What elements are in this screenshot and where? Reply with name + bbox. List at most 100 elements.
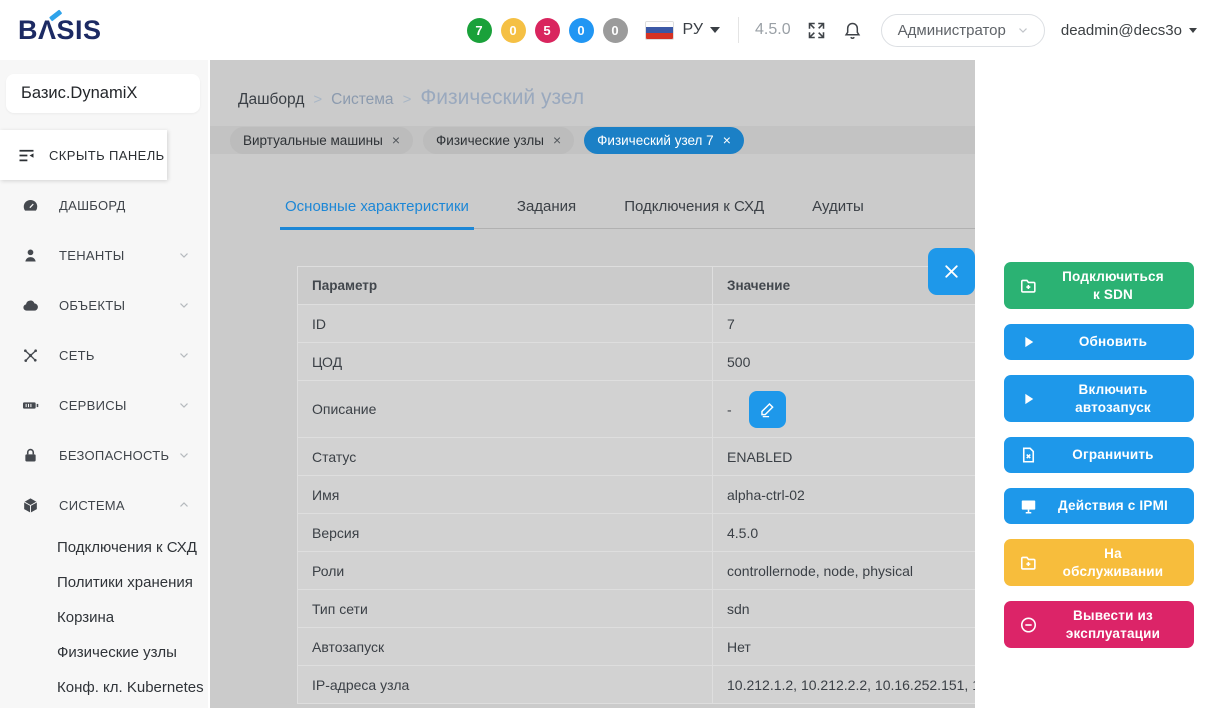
sidebar-item-label: ТЕНАНТЫ: [59, 248, 177, 263]
table-row: ЦОД500: [298, 343, 976, 381]
sidebar-item-cloud[interactable]: ОБЪЕКТЫ: [0, 280, 208, 330]
russian-flag-icon: [645, 21, 674, 40]
action-button-label: Обновить: [1079, 333, 1147, 351]
product-name-card: Базис.DynamiX: [6, 74, 200, 113]
tab-item[interactable]: Подключения к СХД: [619, 198, 769, 228]
user-menu[interactable]: deadmin@decs3o: [1061, 22, 1197, 39]
action-button-file-x[interactable]: Ограничить: [1004, 437, 1194, 473]
workspace-tab[interactable]: Виртуальные машины×: [230, 127, 413, 154]
close-panel-button[interactable]: [928, 248, 975, 295]
sidebar-subitem[interactable]: Политики хранения: [0, 565, 208, 600]
value-cell: ENABLED: [713, 438, 976, 476]
table-row: Ролиcontrollernode, node, physical: [298, 552, 976, 590]
pencil-icon: [758, 400, 777, 419]
caret-down-icon: [1189, 28, 1197, 33]
workspace-tab[interactable]: Физический узел 7 ×: [584, 127, 744, 154]
dashboard-icon: [21, 196, 40, 215]
content-tabs: Основные характеристики Задания Подключени…: [280, 198, 975, 229]
chevron-down-icon: [1016, 23, 1030, 37]
services-icon: [21, 396, 40, 415]
actions-panel: Подключиться к SDN Обновить Включить автоз…: [975, 60, 1223, 708]
close-tab-icon[interactable]: ×: [553, 132, 561, 148]
hide-panel-label: СКРЫТЬ ПАНЕЛЬ: [49, 148, 165, 163]
tab-item[interactable]: Задания: [512, 198, 581, 228]
box-icon: [21, 496, 40, 515]
sidebar-item-dashboard[interactable]: ДАШБОРД: [0, 180, 208, 230]
hide-panel-button[interactable]: СКРЫТЬ ПАНЕЛЬ: [0, 130, 167, 180]
action-button-label: Вывести из эксплуатации: [1058, 607, 1168, 642]
sidebar-item-user[interactable]: ТЕНАНТЫ: [0, 230, 208, 280]
edit-description-button[interactable]: [749, 391, 786, 428]
sidebar-nav: ДАШБОРД ТЕНАНТЫ ОБЪЕКТЫ СЕТЬ СЕРВИСЫБЕЗОПАСН…: [0, 180, 208, 705]
action-button-label: Ограничить: [1072, 446, 1153, 464]
notifications-bell-button[interactable]: [842, 20, 863, 41]
details-table-wrap: ПараметрЗначение ID7ЦОД500Описание-Стату…: [297, 266, 975, 704]
folder-plus-icon: [1019, 276, 1038, 295]
sidebar-subitem[interactable]: Конф. кл. Kubernetes: [0, 670, 208, 705]
tab-active[interactable]: Основные характеристики: [280, 198, 474, 230]
folder-plus-icon: [1019, 553, 1038, 572]
param-cell: Роли: [298, 552, 713, 590]
breadcrumb-link[interactable]: Дашборд: [238, 91, 304, 109]
logo-text: Λ: [38, 15, 57, 46]
action-button-play[interactable]: Включить автозапуск: [1004, 375, 1194, 422]
notification-badge[interactable]: 0: [501, 18, 526, 43]
value-cell: 10.212.1.2, 10.212.2.2, 10.16.252.151, 1…: [713, 666, 976, 704]
network-icon: [21, 346, 40, 365]
breadcrumb-separator: >: [313, 91, 322, 108]
language-selector[interactable]: РУ: [683, 21, 703, 39]
chevron-down-icon: [177, 348, 191, 362]
close-tab-icon[interactable]: ×: [723, 132, 731, 148]
sidebar-item-label: СЕТЬ: [59, 348, 177, 363]
action-button-label: Действия с IPMI: [1058, 497, 1168, 515]
workspace-tab-label: Физический узел 7: [597, 133, 714, 148]
action-button-monitor[interactable]: Действия с IPMI: [1004, 488, 1194, 524]
value-cell: 500: [713, 343, 976, 381]
sidebar-subitem[interactable]: Физические узлы: [0, 635, 208, 670]
action-button-label: Включить автозапуск: [1058, 381, 1168, 416]
param-cell: Статус: [298, 438, 713, 476]
sidebar-subitem[interactable]: Корзина: [0, 600, 208, 635]
param-cell: IP-адреса узла: [298, 666, 713, 704]
minus-circle-icon: [1019, 615, 1038, 634]
product-name: Базис.DynamiX: [21, 84, 137, 102]
caret-down-icon[interactable]: [710, 27, 720, 33]
action-button-label: На обслуживании: [1058, 545, 1168, 580]
sidebar-item-box[interactable]: СИСТЕМА: [0, 480, 208, 530]
action-button-minus-circle[interactable]: Вывести из эксплуатации: [1004, 601, 1194, 648]
table-row: Имяalpha-ctrl-02: [298, 476, 976, 514]
action-button-play[interactable]: Обновить: [1004, 324, 1194, 360]
fullscreen-button[interactable]: [806, 20, 827, 41]
sidebar-item-lock[interactable]: БЕЗОПАСНОСТЬ: [0, 430, 208, 480]
tab-item[interactable]: Аудиты: [807, 198, 869, 228]
basis-logo[interactable]: BΛSIS: [18, 15, 102, 46]
value-cell: Нет: [713, 628, 976, 666]
notification-badges: 70500: [467, 18, 637, 43]
breadcrumb-link[interactable]: Система: [331, 91, 393, 109]
action-button-folder-plus[interactable]: Подключиться к SDN: [1004, 262, 1194, 309]
chevron-up-icon: [177, 498, 191, 512]
breadcrumb-separator: >: [403, 91, 412, 108]
logo-text: SIS: [57, 15, 102, 46]
logo-text: B: [18, 15, 38, 46]
play-icon: [1019, 333, 1038, 352]
sidebar-subitem[interactable]: Подключения к СХД: [0, 530, 208, 565]
sidebar-item-network[interactable]: СЕТЬ: [0, 330, 208, 380]
chevron-down-icon: [177, 398, 191, 412]
close-tab-icon[interactable]: ×: [392, 132, 400, 148]
sidebar-item-services[interactable]: СЕРВИСЫ: [0, 380, 208, 430]
notification-badge[interactable]: 0: [569, 18, 594, 43]
value-cell: sdn: [713, 590, 976, 628]
page-title: Физический узел: [420, 86, 584, 110]
chevron-down-icon: [177, 298, 191, 312]
notification-badge[interactable]: 7: [467, 18, 492, 43]
details-table: ПараметрЗначение ID7ЦОД500Описание-Стату…: [297, 266, 975, 704]
notification-badge[interactable]: 5: [535, 18, 560, 43]
table-row: Тип сетиsdn: [298, 590, 976, 628]
main-content: Дашборд > Система > Физический узел Виртуаль…: [210, 60, 975, 708]
notification-badge[interactable]: 0: [603, 18, 628, 43]
lock-icon: [21, 446, 40, 465]
workspace-tab[interactable]: Физические узлы×: [423, 127, 574, 154]
action-button-folder-plus[interactable]: На обслуживании: [1004, 539, 1194, 586]
role-select[interactable]: Администратор: [881, 14, 1045, 47]
